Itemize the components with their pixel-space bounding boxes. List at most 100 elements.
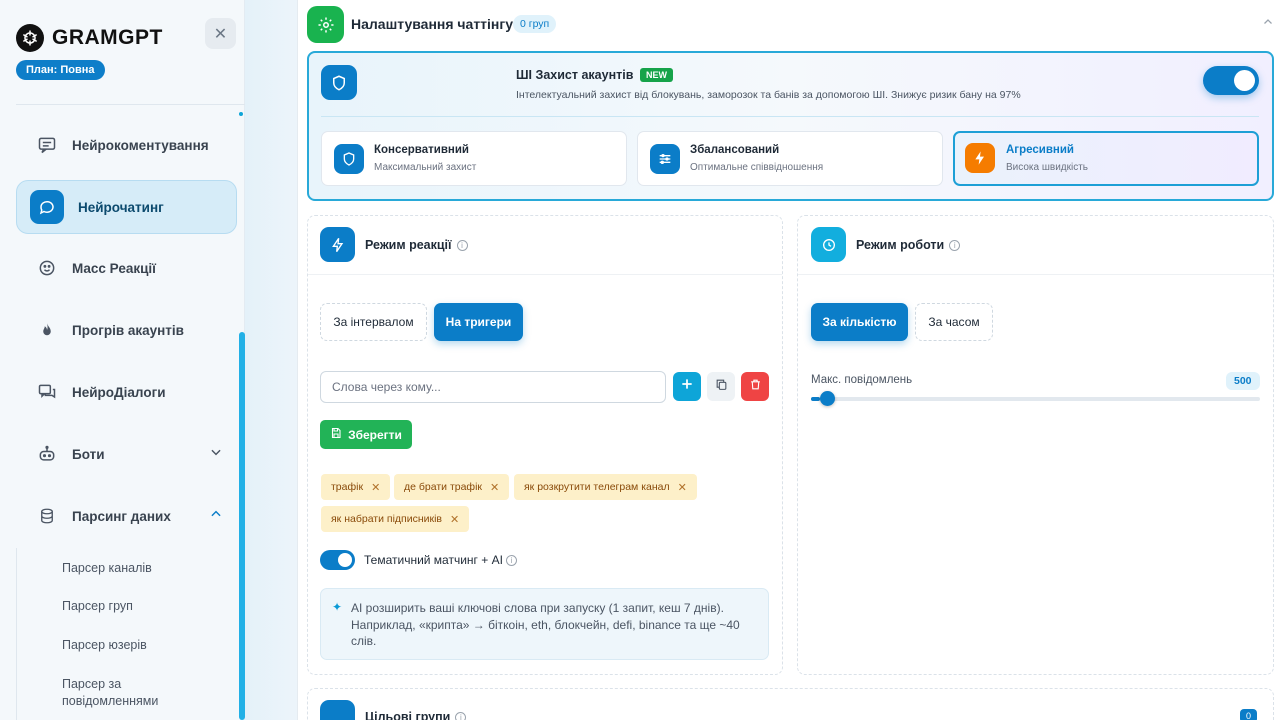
- chevron-down-icon[interactable]: [209, 445, 223, 462]
- openai-logo-icon: [16, 24, 44, 52]
- flame-icon: [36, 319, 58, 341]
- mode-subtitle: Висока швидкість: [1006, 162, 1089, 173]
- divider: [321, 116, 1259, 117]
- slider-fill: [811, 397, 820, 401]
- sidebar-item-label: Парсинг даних: [72, 508, 171, 524]
- keyword-tag: трафік ✕: [321, 474, 391, 500]
- plan-badge: План: Повна: [16, 60, 105, 80]
- tab-by-time[interactable]: За часом: [915, 303, 993, 341]
- ai-protection-title: ШІ Захист акаунтів: [516, 68, 634, 82]
- brand[interactable]: GRAMGPT: [16, 24, 163, 52]
- thematic-matching-toggle[interactable]: [320, 550, 355, 570]
- sidebar-item-label: НейроДіалоги: [72, 384, 166, 400]
- section-title: Налаштування чаттінгу: [351, 16, 514, 32]
- divider: [308, 274, 782, 275]
- comment-lines-icon: [36, 134, 58, 156]
- thematic-matching-label: Тематичний матчинг + AI i: [364, 553, 517, 567]
- ai-protection-toggle[interactable]: [1203, 66, 1259, 95]
- gear-icon: [307, 6, 344, 43]
- max-messages-slider[interactable]: [811, 391, 1260, 406]
- ai-expansion-note-text: AI розширить ваші ключові слова при запу…: [351, 601, 740, 648]
- clock-icon: [811, 227, 846, 262]
- keyword-tag-text: трафік: [331, 481, 364, 493]
- sidebar-item-neurocommenting[interactable]: Нейрокоментування: [16, 118, 237, 172]
- sidebar-item-warmup[interactable]: Прогрів акаунтів: [16, 303, 237, 357]
- keyword-tag: як набрати підписників ✕: [321, 506, 470, 532]
- group-count-badge: 0 груп: [513, 15, 557, 33]
- info-icon[interactable]: i: [949, 240, 961, 252]
- copy-icon: [715, 378, 728, 396]
- work-mode-title: Режим роботи i: [856, 238, 961, 252]
- remove-tag-icon[interactable]: ✕: [450, 513, 459, 526]
- sparkles-icon: ✦: [332, 600, 343, 614]
- brand-name: GRAMGPT: [52, 26, 163, 49]
- remove-tag-icon[interactable]: ✕: [678, 481, 687, 494]
- target-groups-title-text: Цільові групи: [365, 710, 451, 720]
- mode-subtitle: Оптимальне співвідношення: [690, 162, 824, 173]
- mode-title: Збалансований: [690, 144, 780, 156]
- slider-thumb[interactable]: [820, 391, 835, 406]
- chevron-up-icon[interactable]: [209, 507, 223, 524]
- sidebar-item-neurodialogs[interactable]: НейроДіалоги: [16, 365, 237, 419]
- sidebar-item-neurochatting[interactable]: Нейрочатинг: [16, 180, 237, 234]
- keyword-tag-text: де брати трафік: [404, 481, 482, 493]
- remove-tag-icon[interactable]: ✕: [371, 481, 380, 494]
- mode-conservative[interactable]: Консервативний Максимальний захист: [321, 131, 627, 186]
- slider-label: Макс. повідомлень: [811, 374, 913, 386]
- save-button[interactable]: Зберегти: [320, 420, 412, 449]
- toggle-knob: [338, 553, 352, 567]
- users-icon: [320, 700, 355, 720]
- work-mode-box: [797, 215, 1274, 675]
- scroll-indicator: [239, 112, 243, 116]
- mode-aggressive[interactable]: Агресивний Висока швидкість: [953, 131, 1259, 186]
- sidebar-subitem-channel-parser[interactable]: Парсер каналів: [62, 560, 152, 577]
- keywords-input[interactable]: Слова через кому...: [320, 371, 666, 403]
- copy-keywords-button[interactable]: [707, 372, 735, 401]
- sidebar-item-label: Боти: [72, 446, 105, 462]
- info-icon[interactable]: i: [455, 712, 467, 720]
- sidebar-subitem-user-parser[interactable]: Парсер юзерів: [62, 637, 147, 654]
- shield-icon: [321, 65, 357, 100]
- collapse-chevron-icon[interactable]: [1262, 16, 1274, 31]
- remove-tag-icon[interactable]: ✕: [490, 481, 499, 494]
- keyword-tag-text: як розкрутити телеграм канал: [524, 481, 670, 493]
- ai-protection-description: Інтелектуальний захист від блокувань, за…: [516, 89, 1021, 101]
- sidebar-subitem-group-parser[interactable]: Парсер груп: [62, 598, 133, 615]
- sidebar-item-label: Нейрочатинг: [78, 199, 164, 215]
- mode-balanced[interactable]: Збалансований Оптимальне співвідношення: [637, 131, 943, 186]
- divider: [798, 274, 1273, 275]
- smile-icon: [36, 257, 58, 279]
- keyword-tag: де брати трафік ✕: [394, 474, 510, 500]
- submenu-guide: [16, 548, 17, 720]
- reaction-mode-title: Режим реакції i: [365, 238, 468, 252]
- delete-keywords-button[interactable]: [741, 372, 769, 401]
- sidebar-item-bots[interactable]: Боти: [16, 427, 237, 481]
- sidebar-item-parsing[interactable]: Парсинг даних: [16, 489, 237, 543]
- lightning-icon: [320, 227, 355, 262]
- toggle-knob: [1234, 70, 1255, 91]
- sidebar-item-label: Нейрокоментування: [72, 137, 209, 153]
- robot-icon: [36, 443, 58, 465]
- sidebar: GRAMGPT План: Повна ✕ Нейрокоментування …: [0, 0, 245, 720]
- tab-interval[interactable]: За інтервалом: [320, 303, 427, 341]
- close-icon: ✕: [213, 25, 228, 43]
- sidebar-subitem-message-parser[interactable]: Парсер за повідомленнями: [62, 676, 192, 710]
- tab-triggers[interactable]: На тригери: [434, 303, 523, 341]
- reaction-mode-title-text: Режим реакції: [365, 238, 452, 252]
- slider-value-badge: 500: [1226, 372, 1260, 390]
- database-icon: [36, 505, 58, 527]
- dialogs-icon: [36, 381, 58, 403]
- info-icon[interactable]: i: [456, 240, 468, 252]
- mode-subtitle: Максимальний захист: [374, 162, 477, 173]
- info-icon[interactable]: i: [505, 555, 517, 567]
- sliders-icon: [650, 144, 680, 174]
- target-groups-count: 0: [1240, 709, 1258, 720]
- close-sidebar-button[interactable]: ✕: [205, 18, 236, 49]
- add-keyword-button[interactable]: [673, 372, 701, 401]
- plus-icon: [680, 377, 694, 396]
- keyword-tag: як розкрутити телеграм канал ✕: [514, 474, 697, 500]
- tab-by-count[interactable]: За кількістю: [811, 303, 908, 341]
- thematic-matching-text: Тематичний матчинг + AI: [364, 553, 503, 567]
- sidebar-item-mass-reactions[interactable]: Масс Реакції: [16, 241, 237, 295]
- save-button-label: Зберегти: [348, 427, 402, 442]
